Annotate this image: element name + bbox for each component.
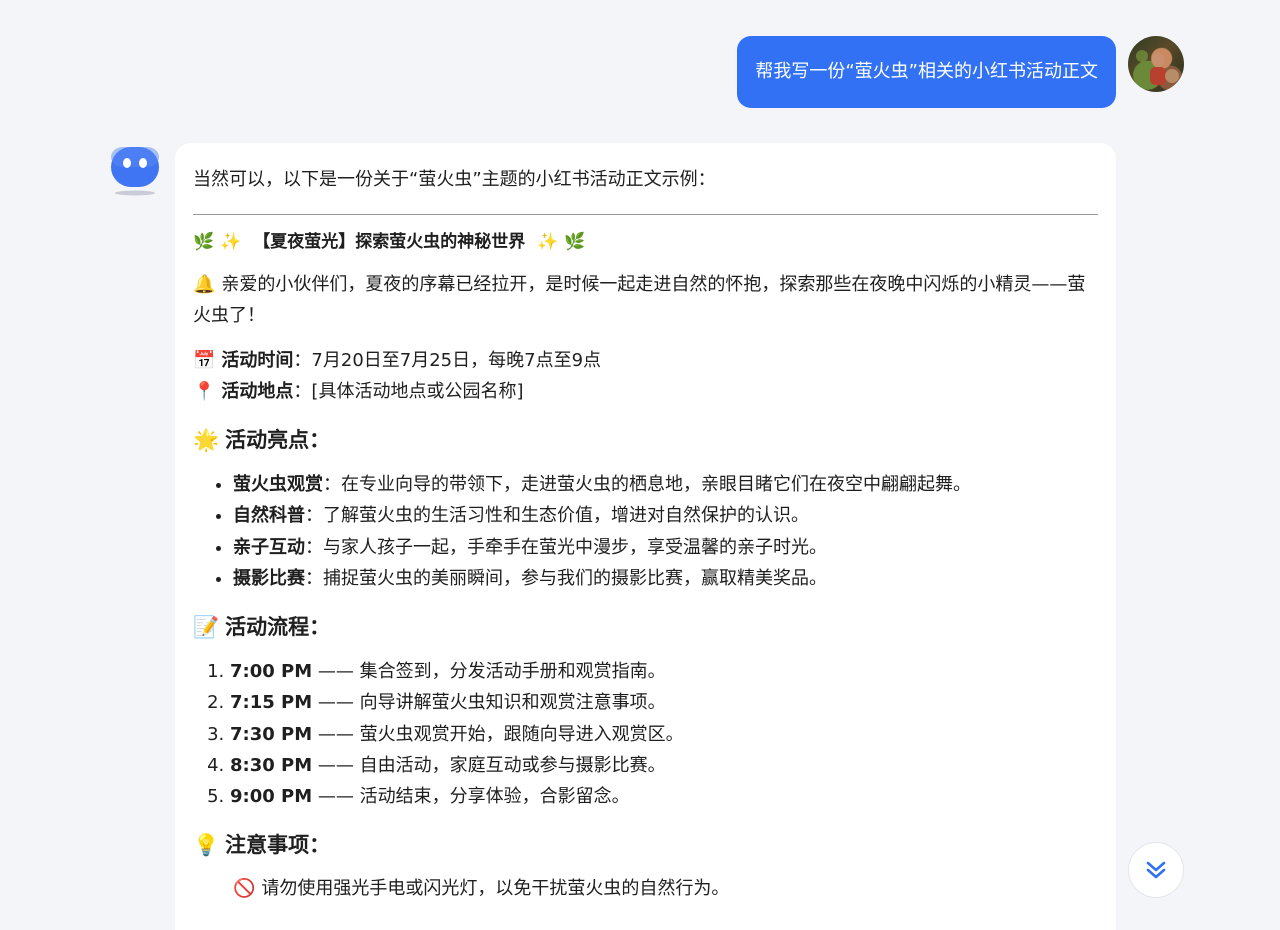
highlight-label: 萤火虫观赏 bbox=[233, 474, 323, 495]
flow-time: 7:00 PM bbox=[230, 661, 313, 683]
memo-icon: 📝 bbox=[193, 615, 220, 640]
flow-text: —— 活动结束，分享体验，合影留念。 bbox=[312, 786, 630, 807]
user-message-bubble[interactable]: 帮我写一份“萤火虫”相关的小红书活动正文 bbox=[737, 36, 1116, 108]
notice-heading-text: 注意事项： bbox=[225, 833, 331, 858]
highlights-heading-text: 活动亮点： bbox=[225, 428, 331, 452]
flow-text: —— 向导讲解萤火虫知识和观赏注意事项。 bbox=[312, 692, 666, 714]
flow-list: 7:00 PM —— 集合签到，分发活动手册和观赏指南。 7:15 PM —— … bbox=[193, 656, 1098, 812]
list-item: 亲子互动：与家人孩子一起，手牵手在萤光中漫步，享受温馨的亲子时光。 bbox=[233, 532, 1098, 563]
flow-text: —— 萤火虫观赏开始，跟随向导进入观赏区。 bbox=[312, 723, 684, 745]
calendar-icon: 📅 bbox=[193, 350, 216, 371]
greeting-paragraph: 🔔 亲爱的小伙伴们，夏夜的序幕已经拉开，是时候一起走进自然的怀抱，探索那些在夜晚中… bbox=[193, 269, 1098, 331]
flow-time: 7:30 PM bbox=[230, 723, 313, 745]
herb-icon: 🌿 bbox=[193, 232, 215, 252]
chat-page: 帮我写一份“萤火虫”相关的小红书活动正文 当然可以，以下是一份关于“萤火虫”主题… bbox=[0, 0, 1280, 930]
flow-time: 8:30 PM bbox=[230, 754, 313, 776]
list-item: 8:30 PM —— 自由活动，家庭互动或参与摄影比赛。 bbox=[230, 750, 1098, 781]
highlight-label: 亲子互动 bbox=[233, 536, 305, 558]
flow-heading: 📝 活动流程： bbox=[193, 612, 1098, 642]
flow-text: —— 自由活动，家庭互动或参与摄影比赛。 bbox=[312, 754, 666, 776]
highlight-label: 自然科普 bbox=[233, 505, 305, 527]
list-item: 摄影比赛：捕捉萤火虫的美丽瞬间，参与我们的摄影比赛，赢取精美奖品。 bbox=[233, 563, 1098, 594]
highlight-text: ：在专业向导的带领下，走进萤火虫的栖息地，亲眼目睹它们在夜空中翩翩起舞。 bbox=[323, 474, 971, 495]
assistant-avatar-icon bbox=[110, 145, 160, 197]
sparkles-icon: ✨ bbox=[537, 232, 559, 252]
activity-place-line: 📍 活动地点：[具体活动地点或公园名称] bbox=[193, 376, 1098, 407]
notice-text: 请勿使用强光手电或闪光灯，以免干扰萤火虫的自然行为。 bbox=[261, 878, 730, 900]
pin-icon: 📍 bbox=[193, 381, 216, 402]
activity-time-label: 活动时间 bbox=[221, 350, 294, 371]
list-item: 萤火虫观赏：在专业向导的带领下，走进萤火虫的栖息地，亲眼目睹它们在夜空中翩翩起舞… bbox=[233, 469, 1098, 500]
list-item: 7:00 PM —— 集合签到，分发活动手册和观赏指南。 bbox=[230, 656, 1098, 687]
highlight-text: ：了解萤火虫的生活习性和生态价值，增进对自然保护的认识。 bbox=[305, 505, 809, 527]
bulb-icon: 💡 bbox=[193, 833, 220, 858]
answer-intro: 当然可以，以下是一份关于“萤火虫”主题的小红书活动正文示例： bbox=[193, 169, 716, 190]
highlights-list: 萤火虫观赏：在专业向导的带领下，走进萤火虫的栖息地，亲眼目睹它们在夜空中翩翩起舞… bbox=[193, 469, 1098, 594]
scroll-to-bottom-button[interactable] bbox=[1128, 842, 1184, 898]
list-item: 7:30 PM —— 萤火虫观赏开始，跟随向导进入观赏区。 bbox=[230, 719, 1098, 750]
greeting-text: 亲爱的小伙伴们，夏夜的序幕已经拉开，是时候一起走进自然的怀抱，探索那些在夜晚中闪… bbox=[193, 274, 1086, 326]
post-title-text: 【夏夜萤光】探索萤火虫的神秘世界 bbox=[253, 232, 526, 252]
divider bbox=[193, 214, 1098, 215]
activity-place-value: ：[具体活动地点或公园名称] bbox=[293, 381, 524, 402]
highlight-text: ：与家人孩子一起，手牵手在萤光中漫步，享受温馨的亲子时光。 bbox=[305, 536, 827, 558]
post-title: 🌿 ✨ 【夏夜萤光】探索萤火虫的神秘世界 ✨ 🌿 bbox=[193, 221, 1098, 263]
list-item: 9:00 PM —— 活动结束，分享体验，合影留念。 bbox=[230, 781, 1098, 812]
double-chevron-down-icon bbox=[1146, 861, 1166, 879]
no-entry-icon: 🚫 bbox=[233, 878, 256, 900]
flow-text: —— 集合签到，分发活动手册和观赏指南。 bbox=[312, 661, 666, 683]
list-item: 自然科普：了解萤火虫的生活习性和生态价值，增进对自然保护的认识。 bbox=[233, 500, 1098, 531]
highlights-heading: 🌟 活动亮点： bbox=[193, 425, 1098, 455]
flow-heading-text: 活动流程： bbox=[225, 615, 331, 640]
user-avatar[interactable] bbox=[1128, 36, 1184, 92]
flow-time: 9:00 PM bbox=[230, 786, 313, 807]
notice-heading: 💡 注意事项： bbox=[193, 830, 1098, 860]
herb-icon: 🌿 bbox=[564, 232, 586, 252]
sun-icon: 🌟 bbox=[193, 428, 220, 452]
bell-icon: 🔔 bbox=[193, 274, 216, 295]
notice-item: 🚫 请勿使用强光手电或闪光灯，以免干扰萤火虫的自然行为。 bbox=[233, 874, 1098, 904]
user-message-row: 帮我写一份“萤火虫”相关的小红书活动正文 bbox=[737, 36, 1116, 108]
assistant-answer-card: 当然可以，以下是一份关于“萤火虫”主题的小红书活动正文示例： 🌿 ✨ 【夏夜萤光】… bbox=[175, 143, 1116, 930]
highlight-text: ：捕捉萤火虫的美丽瞬间，参与我们的摄影比赛，赢取精美奖品。 bbox=[305, 567, 827, 589]
activity-place-label: 活动地点 bbox=[221, 381, 294, 402]
activity-time-line: 📅 活动时间：7月20日至7月25日，每晚7点至9点 bbox=[193, 345, 1098, 376]
sparkles-icon: ✨ bbox=[220, 232, 242, 252]
flow-time: 7:15 PM bbox=[230, 692, 313, 714]
list-item: 7:15 PM —— 向导讲解萤火虫知识和观赏注意事项。 bbox=[230, 687, 1098, 718]
highlight-label: 摄影比赛 bbox=[233, 567, 305, 589]
activity-time-value: ：7月20日至7月25日，每晚7点至9点 bbox=[293, 350, 602, 371]
